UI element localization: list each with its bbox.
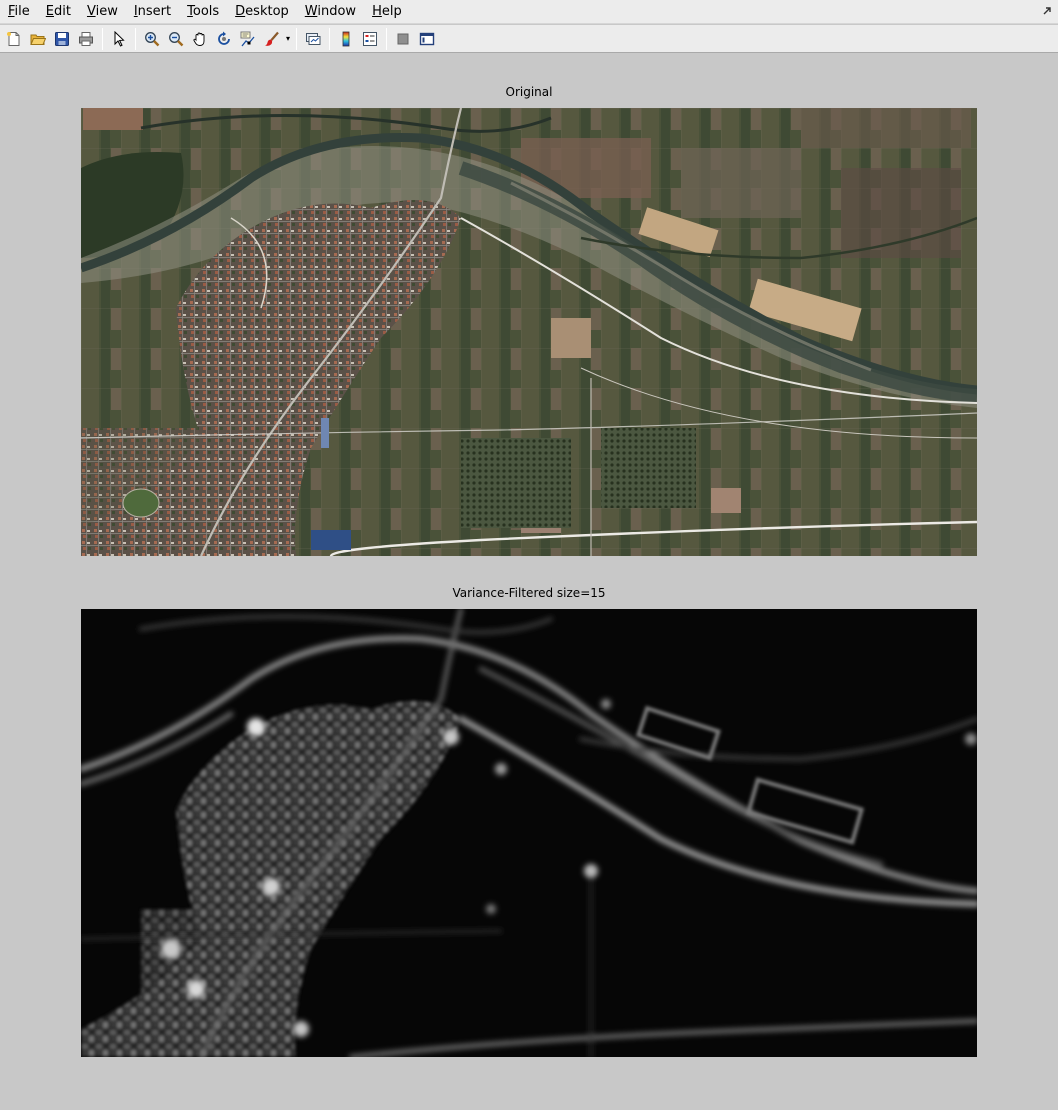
open-file-icon[interactable]	[27, 28, 49, 50]
insert-legend-icon[interactable]	[359, 28, 381, 50]
menu-window[interactable]: Window	[297, 0, 364, 24]
rotate-3d-icon[interactable]	[213, 28, 235, 50]
menu-file-label: ile	[14, 3, 30, 19]
insert-colorbar-icon[interactable]	[335, 28, 357, 50]
toolbar-separator	[296, 27, 297, 50]
menu-insert-label: nsert	[137, 3, 172, 19]
toolbar-separator	[329, 27, 330, 50]
variance-filtered-image[interactable]	[81, 609, 977, 1057]
menu-help[interactable]: Help	[364, 0, 410, 24]
menu-help-label: elp	[381, 3, 402, 19]
menu-edit-mnemonic: E	[45, 3, 54, 19]
menu-view-label: iew	[95, 3, 118, 19]
menu-view-mnemonic: V	[86, 3, 96, 19]
save-figure-icon[interactable]	[51, 28, 73, 50]
menu-desktop[interactable]: Desktop	[227, 0, 297, 24]
data-cursor-icon[interactable]	[237, 28, 259, 50]
new-figure-icon[interactable]	[3, 28, 25, 50]
menu-desktop-mnemonic: D	[235, 3, 246, 19]
axes-title-variance-filtered: Variance-Filtered size=15	[452, 586, 606, 600]
menu-bar: File Edit View Insert Tools Desktop Wind…	[0, 0, 1058, 24]
print-figure-icon[interactable]	[75, 28, 97, 50]
menu-insert[interactable]: Insert	[126, 0, 179, 24]
brush-dropdown-icon[interactable]: ▾	[284, 28, 292, 50]
menu-edit[interactable]: Edit	[38, 0, 79, 24]
axes-title-original: Original	[505, 85, 553, 99]
menu-desktop-label: esktop	[245, 3, 289, 19]
toolbar-separator	[102, 27, 103, 50]
menu-view[interactable]: View	[79, 0, 126, 24]
dock-figure-icon[interactable]	[1042, 6, 1052, 16]
hide-plot-tools-icon[interactable]	[392, 28, 414, 50]
menu-tools-label: ools	[192, 3, 220, 19]
toolbar-separator	[135, 27, 136, 50]
pan-icon[interactable]	[189, 28, 211, 50]
menu-file[interactable]: File	[0, 0, 38, 24]
show-plot-tools-icon[interactable]	[416, 28, 438, 50]
link-plot-icon[interactable]	[302, 28, 324, 50]
zoom-in-icon[interactable]	[141, 28, 163, 50]
brush-icon[interactable]	[261, 28, 283, 50]
edit-plot-icon[interactable]	[108, 28, 130, 50]
menu-tools[interactable]: Tools	[179, 0, 227, 24]
figure-toolbar: ▾	[0, 25, 1058, 53]
menu-edit-label: dit	[54, 3, 71, 19]
zoom-out-icon[interactable]	[165, 28, 187, 50]
menu-window-mnemonic: W	[304, 3, 318, 19]
toolbar-separator	[386, 27, 387, 50]
menu-window-label: indow	[317, 3, 357, 19]
original-image[interactable]	[81, 108, 977, 556]
menu-help-mnemonic: H	[372, 3, 382, 19]
